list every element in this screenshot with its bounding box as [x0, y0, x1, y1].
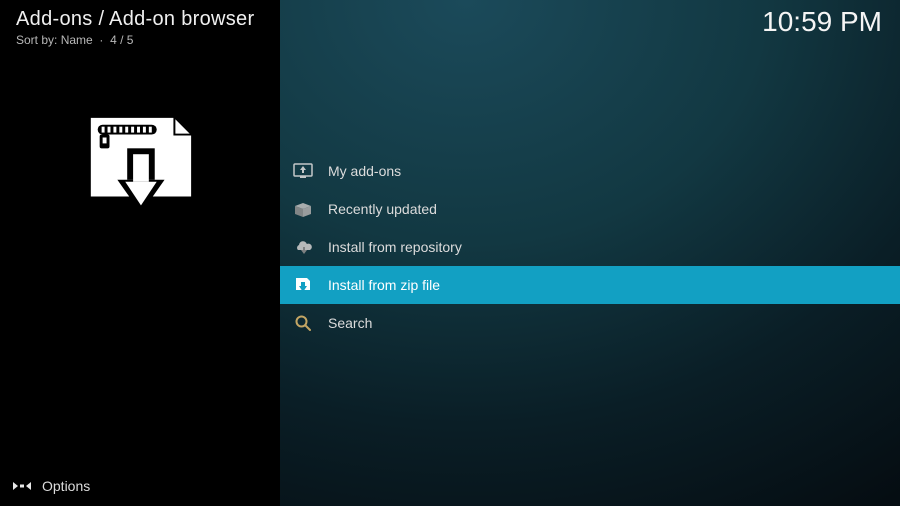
menu-item-install-from-repository[interactable]: Install from repository — [280, 228, 900, 266]
zip-download-icon — [80, 112, 198, 222]
clock: 10:59 PM — [762, 6, 882, 38]
cloud-download-icon — [292, 236, 314, 258]
zip-download-small-icon — [292, 274, 314, 296]
position-indicator: 4 / 5 — [110, 33, 133, 47]
menu-list: My add-ons Recently updated Install from… — [280, 152, 900, 342]
box-open-icon — [292, 198, 314, 220]
options-arrows-icon — [12, 476, 32, 496]
menu-item-recently-updated[interactable]: Recently updated — [280, 190, 900, 228]
options-button[interactable]: Options — [12, 476, 90, 496]
separator-dot: · — [96, 33, 110, 47]
sort-label: Sort by: — [16, 33, 57, 47]
menu-item-my-addons[interactable]: My add-ons — [280, 152, 900, 190]
menu-item-label: Recently updated — [328, 201, 437, 217]
menu-item-label: Install from zip file — [328, 277, 440, 293]
header: Add-ons / Add-on browser Sort by: Name ·… — [16, 8, 254, 47]
my-addons-icon — [292, 160, 314, 182]
options-label: Options — [42, 478, 90, 494]
search-icon — [292, 312, 314, 334]
menu-item-install-from-zip[interactable]: Install from zip file — [280, 266, 900, 304]
left-panel — [0, 0, 280, 506]
menu-item-label: Search — [328, 315, 372, 331]
menu-item-label: My add-ons — [328, 163, 401, 179]
breadcrumb: Add-ons / Add-on browser — [16, 8, 254, 31]
header-subline: Sort by: Name · 4 / 5 — [16, 33, 254, 47]
menu-item-search[interactable]: Search — [280, 304, 900, 342]
menu-item-label: Install from repository — [328, 239, 462, 255]
sort-value: Name — [61, 33, 93, 47]
